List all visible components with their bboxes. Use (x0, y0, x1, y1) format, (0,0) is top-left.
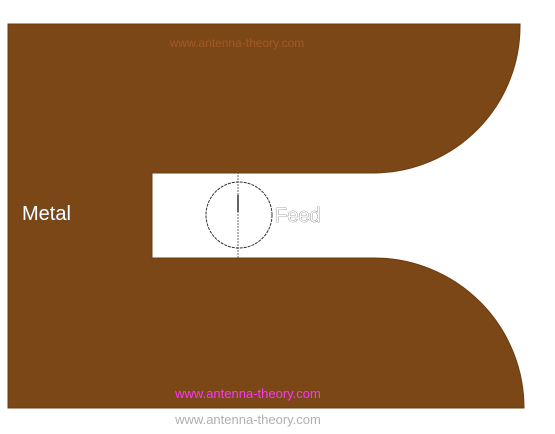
watermark-bottom-gray: www.antenna-theory.com (174, 412, 321, 427)
metal-body (7, 23, 525, 409)
feed-label: Feed (275, 205, 321, 227)
metal-label: Metal (22, 203, 71, 225)
antenna-diagram: www.antenna-theory.com Metal Feed www.an… (7, 23, 525, 427)
watermark-top: www.antenna-theory.com (169, 36, 305, 50)
feed-circle (205, 181, 273, 249)
watermark-bottom-magenta: www.antenna-theory.com (174, 386, 321, 401)
feed-symbol (205, 172, 273, 259)
